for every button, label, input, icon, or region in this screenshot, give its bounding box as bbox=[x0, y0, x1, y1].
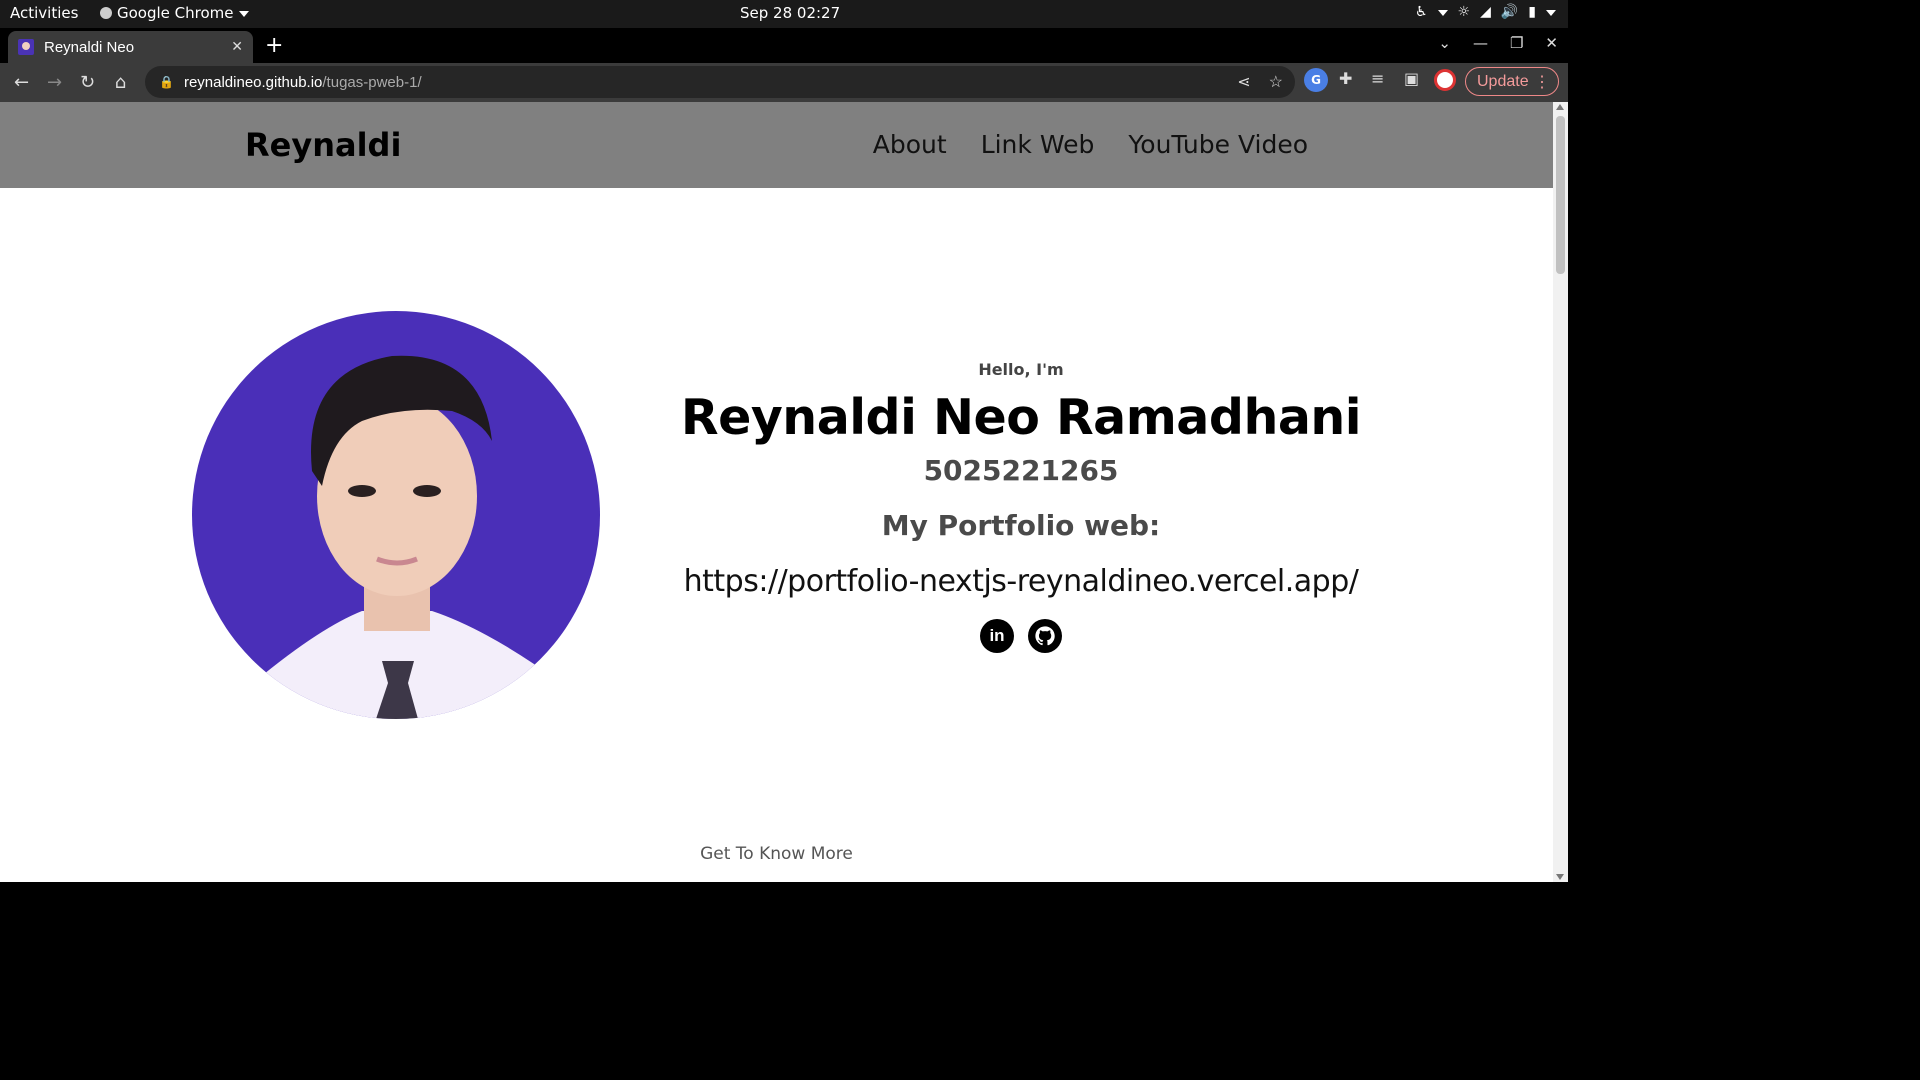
window-controls: ⌄ — ❐ ✕ bbox=[1438, 34, 1558, 52]
greeting-text: Hello, I'm bbox=[978, 360, 1064, 379]
student-id: 5025221265 bbox=[923, 454, 1119, 487]
site-nav-links: About Link Web YouTube Video bbox=[873, 130, 1308, 159]
system-top-bar: Activities Google Chrome Sep 28 02:27 ♿ … bbox=[0, 0, 1568, 28]
forward-icon[interactable]: → bbox=[38, 72, 71, 93]
clock[interactable]: Sep 28 02:27 bbox=[740, 4, 840, 22]
update-label: Update bbox=[1477, 72, 1529, 90]
profile-photo-illustration bbox=[232, 355, 572, 719]
minimize-icon[interactable]: — bbox=[1473, 34, 1488, 52]
tab-search-icon[interactable]: ⌄ bbox=[1438, 34, 1451, 52]
github-icon[interactable] bbox=[1028, 619, 1062, 653]
lock-icon[interactable]: 🔒 bbox=[159, 75, 174, 89]
translate-extension-icon[interactable]: G bbox=[1304, 68, 1328, 92]
url-host: reynaldineo.github.io bbox=[183, 73, 323, 91]
scroll-up-icon[interactable] bbox=[1556, 104, 1564, 110]
close-window-icon[interactable]: ✕ bbox=[1545, 34, 1558, 52]
close-icon[interactable]: ✕ bbox=[231, 39, 243, 55]
update-button[interactable]: Update ⋮ bbox=[1465, 67, 1559, 96]
linkedin-icon[interactable]: in bbox=[980, 619, 1014, 653]
reload-icon[interactable]: ↻ bbox=[71, 72, 104, 93]
browser-toolbar: ← → ↻ ⌂ 🔒 reynaldineo.github.io/tugas-pw… bbox=[0, 63, 1568, 102]
side-panel-icon[interactable]: ▣ bbox=[1404, 69, 1419, 88]
profile-photo bbox=[192, 311, 600, 719]
star-icon[interactable]: ☆ bbox=[1269, 72, 1283, 92]
github-glyph bbox=[1035, 626, 1055, 646]
chrome-icon bbox=[100, 7, 112, 19]
portfolio-label: My Portfolio web: bbox=[881, 509, 1161, 542]
address-bar[interactable]: 🔒 reynaldineo.github.io/tugas-pweb-1/ ⋖ … bbox=[145, 66, 1295, 98]
system-tray[interactable]: ♿ ☼ ◢ 🔊 ▮ bbox=[1415, 4, 1556, 20]
accessibility-icon[interactable]: ♿ bbox=[1415, 4, 1428, 20]
tab-active[interactable]: Reynaldi Neo ✕ bbox=[8, 31, 253, 63]
volume-icon: 🔊 bbox=[1500, 4, 1519, 20]
nav-link-about[interactable]: About bbox=[873, 130, 947, 159]
page-viewport: Reynaldi About Link Web YouTube Video He… bbox=[0, 102, 1553, 882]
nav-link-link-web[interactable]: Link Web bbox=[981, 130, 1095, 159]
extensions-icon[interactable]: ✚ bbox=[1339, 69, 1352, 88]
new-tab-button[interactable]: + bbox=[265, 33, 283, 58]
scrollbar-thumb[interactable] bbox=[1556, 116, 1565, 274]
share-icon[interactable]: ⋖ bbox=[1237, 72, 1250, 92]
scroll-down-icon[interactable] bbox=[1556, 874, 1564, 880]
maximize-icon[interactable]: ❐ bbox=[1510, 34, 1523, 52]
app-menu-label: Google Chrome bbox=[117, 4, 234, 22]
social-links: in bbox=[670, 619, 1372, 653]
brightness-icon: ☼ bbox=[1457, 4, 1471, 20]
full-name-heading: Reynaldi Neo Ramadhani bbox=[680, 389, 1362, 446]
profile-avatar[interactable] bbox=[1434, 69, 1456, 91]
back-icon[interactable]: ← bbox=[5, 72, 38, 93]
chevron-down-icon bbox=[238, 11, 249, 17]
nav-link-youtube-video[interactable]: YouTube Video bbox=[1128, 130, 1308, 159]
app-menu[interactable]: Google Chrome bbox=[100, 4, 249, 22]
activities-button[interactable]: Activities bbox=[10, 4, 78, 22]
tab-title: Reynaldi Neo bbox=[44, 38, 135, 56]
site-navbar: Reynaldi About Link Web YouTube Video bbox=[0, 102, 1553, 188]
favicon-icon bbox=[18, 39, 34, 55]
chevron-down-icon bbox=[1546, 10, 1556, 16]
reading-list-icon[interactable]: ≡ bbox=[1371, 69, 1384, 88]
intro-section: Hello, I'm Reynaldi Neo Ramadhani 502522… bbox=[670, 360, 1372, 653]
wifi-icon: ◢ bbox=[1480, 4, 1491, 20]
tab-strip: Reynaldi Neo ✕ + ⌄ — ❐ ✕ bbox=[0, 28, 1568, 63]
portfolio-url[interactable]: https://portfolio-nextjs-reynaldineo.ver… bbox=[670, 564, 1372, 599]
battery-icon: ▮ bbox=[1528, 4, 1536, 20]
chevron-down-icon bbox=[1437, 10, 1448, 16]
url-path: /tugas-pweb-1/ bbox=[322, 73, 422, 91]
home-icon[interactable]: ⌂ bbox=[104, 72, 137, 93]
more-icon: ⋮ bbox=[1534, 74, 1550, 91]
section-hint: Get To Know More bbox=[700, 844, 853, 864]
page-scrollbar[interactable] bbox=[1553, 102, 1568, 882]
site-logo[interactable]: Reynaldi bbox=[245, 126, 401, 164]
